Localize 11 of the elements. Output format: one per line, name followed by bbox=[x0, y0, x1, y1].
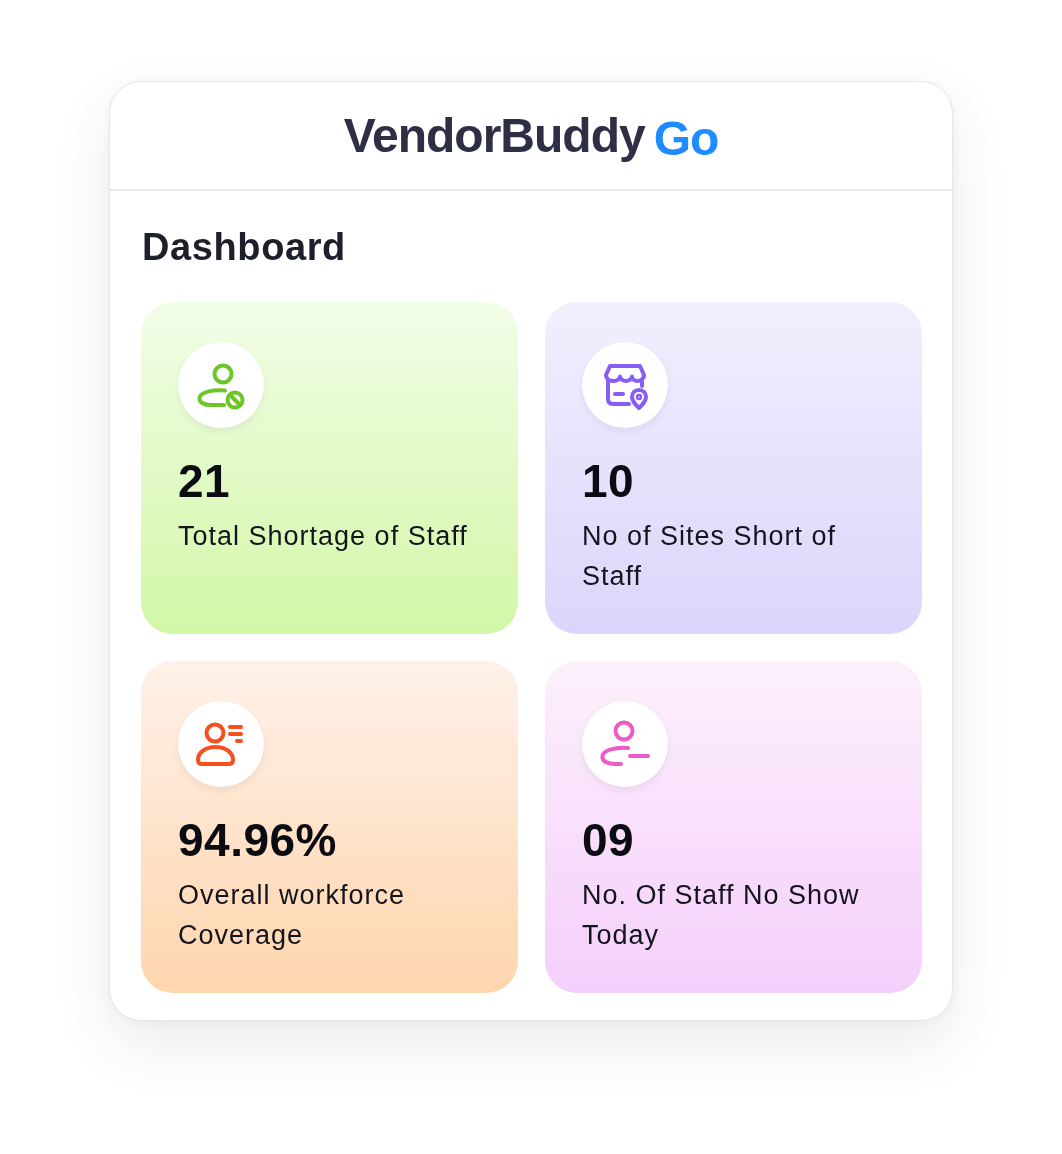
stat-value: 09 bbox=[582, 815, 635, 866]
stat-label: No of Sites Short of Staff bbox=[582, 520, 838, 593]
page-title: Dashboard bbox=[142, 225, 346, 270]
stat-value: 10 bbox=[582, 456, 635, 507]
stat-value: 21 bbox=[178, 456, 231, 507]
stat-label: No. Of Staff No Show Today bbox=[582, 879, 861, 952]
stat-label: Overall workforce Coverage bbox=[178, 879, 407, 952]
stat-label: Total Shortage of Staff bbox=[178, 520, 468, 553]
brand-name: VendorBuddy bbox=[343, 110, 645, 163]
stat-value: 94.96% bbox=[178, 815, 337, 866]
brand-suffix: Go bbox=[653, 113, 719, 166]
